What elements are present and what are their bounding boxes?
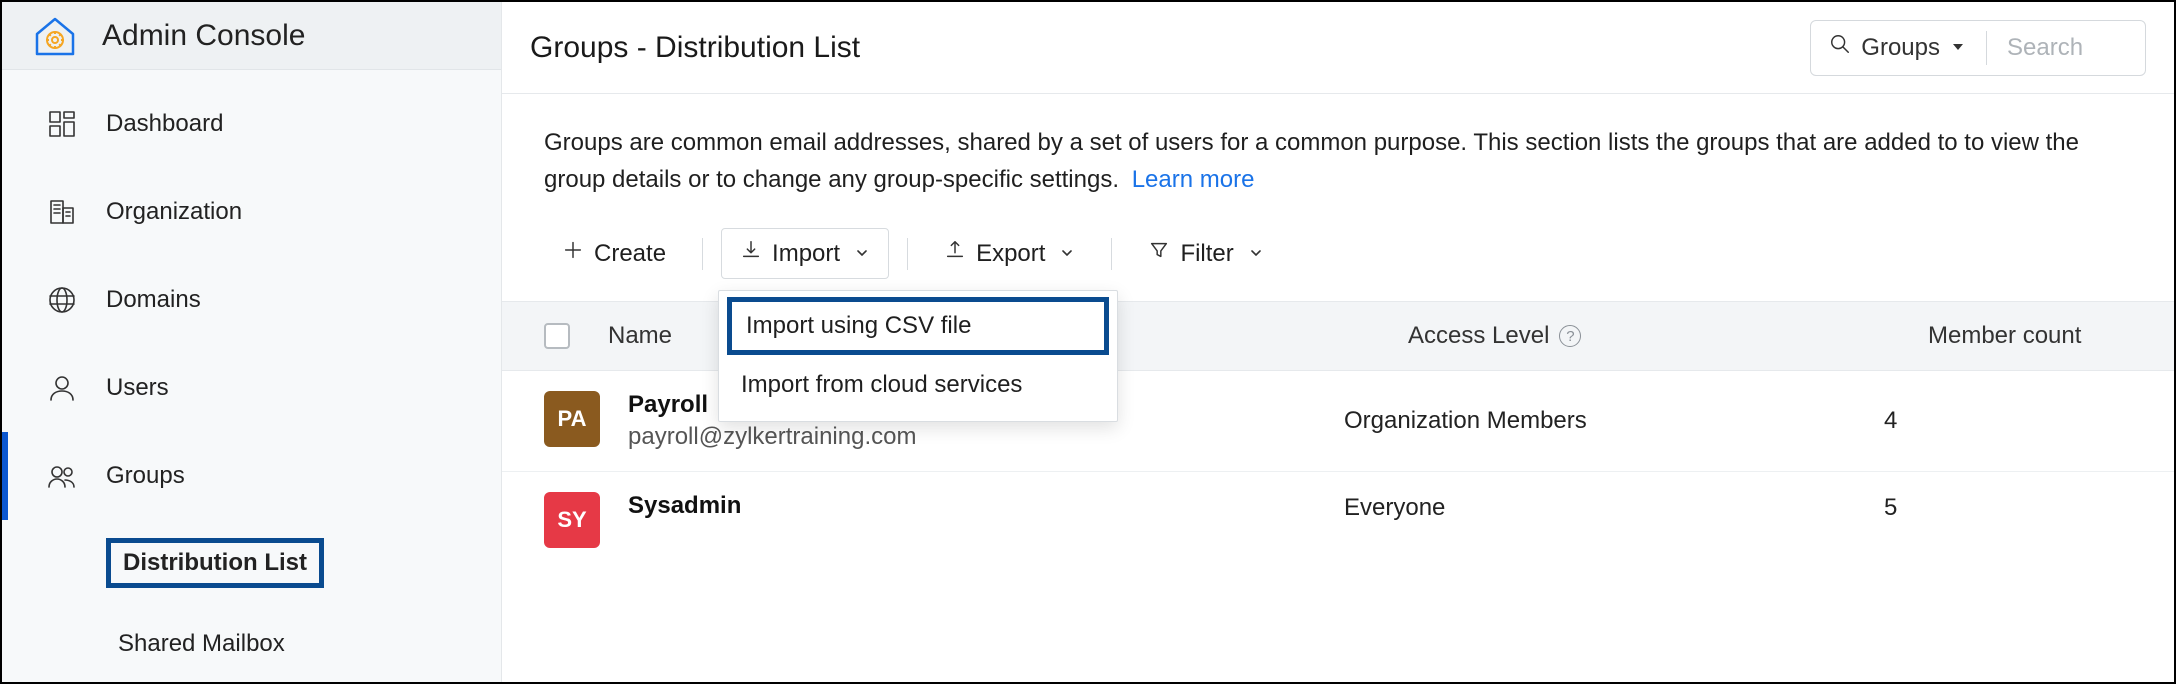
group-count: 4 — [1824, 407, 2132, 435]
sidebar-item-label: Domains — [106, 286, 201, 314]
chevron-down-icon — [1059, 240, 1075, 268]
separator — [1986, 31, 1987, 65]
column-count[interactable]: Member count — [1888, 322, 2132, 350]
page-title: Groups - Distribution List — [530, 31, 860, 65]
import-button[interactable]: Import — [721, 228, 889, 279]
filter-button[interactable]: Filter — [1130, 229, 1281, 278]
group-access: Everyone — [1344, 494, 1824, 522]
separator — [1111, 238, 1112, 270]
sidebar-header: Admin Console — [2, 2, 501, 70]
search-input[interactable] — [2007, 34, 2127, 62]
sidebar-item-organization[interactable]: Organization — [2, 168, 501, 256]
toolbar: Create Import Export Filter — [502, 208, 2174, 301]
select-all-checkbox[interactable] — [544, 323, 570, 349]
search-icon — [1829, 33, 1851, 62]
plus-icon — [562, 239, 584, 268]
export-button[interactable]: Export — [926, 229, 1093, 278]
search-scope-box[interactable]: Groups — [1810, 20, 2146, 76]
sidebar-item-label: Groups — [106, 462, 185, 490]
avatar: SY — [544, 492, 600, 548]
help-icon[interactable]: ? — [1559, 325, 1581, 347]
app-title: Admin Console — [102, 19, 305, 53]
sidebar-item-label: Users — [106, 374, 169, 402]
import-icon — [740, 239, 762, 268]
export-icon — [944, 239, 966, 268]
user-icon — [44, 370, 80, 406]
filter-icon — [1148, 239, 1170, 268]
sidebar-nav: Dashboard Organization Domains Users Gro… — [2, 70, 501, 682]
import-dropdown: Import using CSV file Import from cloud … — [718, 290, 1118, 422]
table-row[interactable]: SY Sysadmin sysadmin@zylkertraining.com … — [502, 472, 2174, 548]
groups-icon — [44, 458, 80, 494]
sidebar-subnav: Distribution List Shared Mailbox — [2, 520, 501, 682]
sidebar-item-dashboard[interactable]: Dashboard — [2, 80, 501, 168]
sidebar-item-label: Dashboard — [106, 110, 223, 138]
main-header: Groups - Distribution List Groups — [502, 2, 2174, 94]
organization-icon — [44, 194, 80, 230]
group-count: 5 — [1824, 494, 2132, 522]
caret-down-icon — [1950, 34, 1966, 62]
create-button[interactable]: Create — [544, 229, 684, 278]
sidebar: Admin Console Dashboard Organization Dom… — [2, 2, 502, 682]
group-access: Organization Members — [1344, 407, 1824, 435]
import-csv-option[interactable]: Import using CSV file — [727, 297, 1109, 355]
sidebar-subitem-shared-mailbox[interactable]: Shared Mailbox — [106, 606, 501, 682]
import-cloud-option[interactable]: Import from cloud services — [719, 355, 1117, 415]
avatar: PA — [544, 391, 600, 447]
column-access[interactable]: Access Level ? — [1408, 322, 1888, 350]
sidebar-item-label: Organization — [106, 198, 242, 226]
page-description: Groups are common email addresses, share… — [502, 94, 2174, 208]
chevron-down-icon — [1248, 240, 1264, 268]
search-scope-label: Groups — [1861, 34, 1940, 62]
sidebar-subitem-distribution-list[interactable]: Distribution List — [106, 520, 501, 606]
group-email: payroll@zylkertraining.com — [628, 423, 1344, 451]
globe-icon — [44, 282, 80, 318]
group-name: Sysadmin — [628, 492, 1344, 520]
sidebar-item-users[interactable]: Users — [2, 344, 501, 432]
dashboard-icon — [44, 106, 80, 142]
separator — [702, 238, 703, 270]
separator — [907, 238, 908, 270]
main: Groups - Distribution List Groups Groups… — [502, 2, 2174, 682]
chevron-down-icon — [854, 240, 870, 268]
sidebar-item-groups[interactable]: Groups — [2, 432, 501, 520]
sidebar-item-domains[interactable]: Domains — [2, 256, 501, 344]
app-logo-icon — [30, 11, 80, 61]
learn-more-link[interactable]: Learn more — [1132, 166, 1255, 193]
